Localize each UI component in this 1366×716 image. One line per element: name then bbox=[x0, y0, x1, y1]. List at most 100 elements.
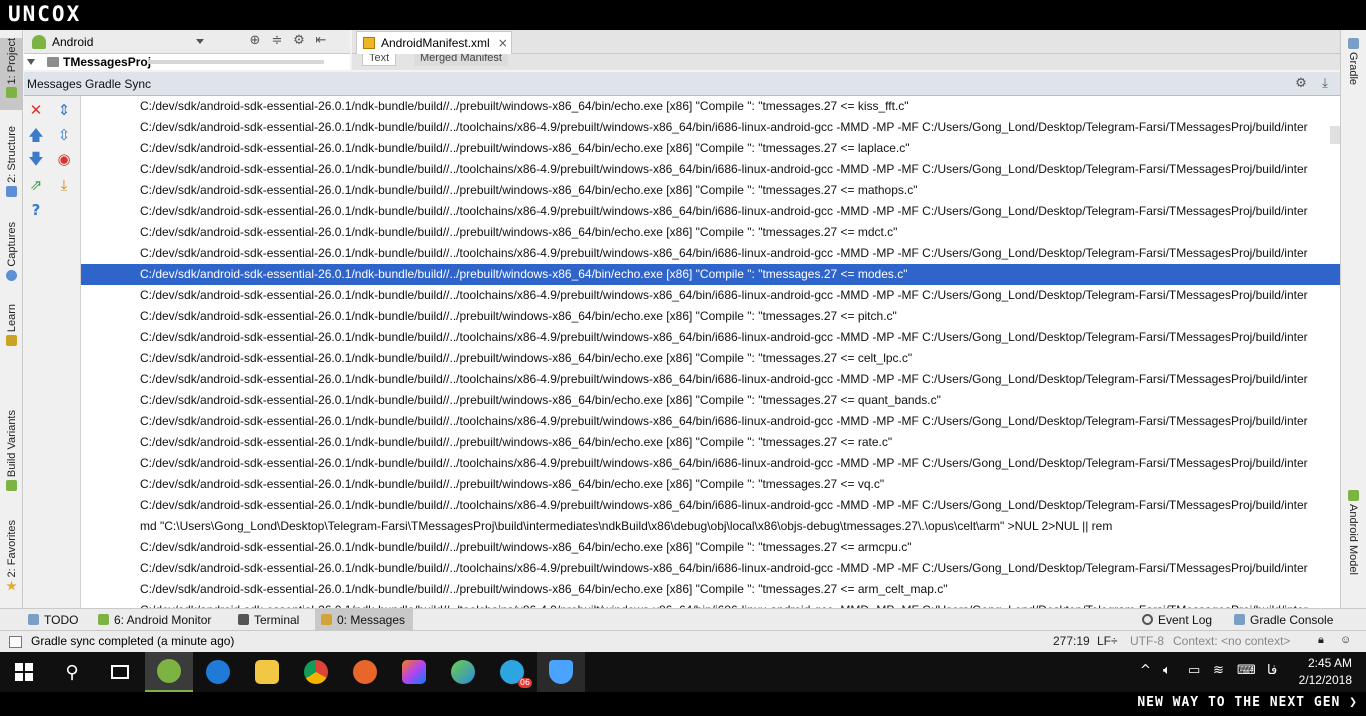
message-row[interactable]: C:/dev/sdk/android-sdk-essential-26.0.1/… bbox=[81, 243, 1340, 264]
message-row[interactable]: C:/dev/sdk/android-sdk-essential-26.0.1/… bbox=[81, 411, 1340, 432]
editor-tab-androidmanifest[interactable]: AndroidManifest.xml × bbox=[356, 31, 512, 54]
message-row[interactable]: C:/dev/sdk/android-sdk-essential-26.0.1/… bbox=[81, 453, 1340, 474]
arrow-up-icon[interactable]: 🡅 bbox=[27, 126, 45, 144]
tab-captures-label: Captures bbox=[5, 222, 18, 267]
editor-tab-label: AndroidManifest.xml bbox=[381, 36, 490, 50]
start-button[interactable] bbox=[0, 652, 48, 692]
message-row[interactable]: C:/dev/sdk/android-sdk-essential-26.0.1/… bbox=[81, 180, 1340, 201]
message-row[interactable]: C:/dev/sdk/android-sdk-essential-26.0.1/… bbox=[81, 222, 1340, 243]
tab-build-variants[interactable]: Build Variants bbox=[0, 410, 23, 500]
message-row[interactable]: C:/dev/sdk/android-sdk-essential-26.0.1/… bbox=[81, 369, 1340, 390]
keyboard-icon[interactable]: ⌨ bbox=[1237, 663, 1256, 678]
message-row[interactable]: C:/dev/sdk/android-sdk-essential-26.0.1/… bbox=[81, 432, 1340, 453]
tab-todo[interactable]: TODO bbox=[28, 609, 78, 630]
collapse-all-icon[interactable]: ⇳ bbox=[55, 126, 73, 144]
tab-project-label: 1: Project bbox=[5, 38, 18, 85]
message-row[interactable]: C:/dev/sdk/android-sdk-essential-26.0.1/… bbox=[81, 390, 1340, 411]
message-row[interactable]: C:/dev/sdk/android-sdk-essential-26.0.1/… bbox=[81, 159, 1340, 180]
message-row[interactable]: C:/dev/sdk/android-sdk-essential-26.0.1/… bbox=[81, 537, 1340, 558]
expand-triangle-icon[interactable] bbox=[27, 59, 35, 65]
tab-learn[interactable]: Learn bbox=[0, 304, 23, 352]
expand-all-icon[interactable]: ⇕ bbox=[55, 101, 73, 119]
tab-messages[interactable]: 0: Messages bbox=[315, 609, 414, 630]
file-encoding[interactable]: UTF-8 bbox=[1130, 634, 1164, 648]
download-icon[interactable]: ⤓ bbox=[55, 176, 73, 194]
settings-gear-icon[interactable]: ⚙ bbox=[1294, 76, 1308, 91]
messages-list[interactable]: C:/dev/sdk/android-sdk-essential-26.0.1/… bbox=[81, 96, 1340, 608]
message-row[interactable]: C:/dev/sdk/android-sdk-essential-26.0.1/… bbox=[81, 348, 1340, 369]
tab-project[interactable]: 1: Project bbox=[0, 38, 23, 110]
collapse-all-icon[interactable]: ≑ bbox=[270, 33, 284, 48]
tab-gradle-console[interactable]: Gradle Console bbox=[1234, 609, 1333, 630]
taskbar-shield-app[interactable] bbox=[537, 652, 585, 692]
horizontal-scrollbar[interactable] bbox=[148, 60, 324, 64]
message-row[interactable]: C:/dev/sdk/android-sdk-essential-26.0.1/… bbox=[81, 96, 1340, 117]
subtab-merged-manifest[interactable]: Merged Manifest bbox=[414, 54, 508, 66]
message-row[interactable]: C:/dev/sdk/android-sdk-essential-26.0.1/… bbox=[81, 474, 1340, 495]
message-row[interactable]: C:/dev/sdk/android-sdk-essential-26.0.1/… bbox=[81, 327, 1340, 348]
message-row-selected[interactable]: C:/dev/sdk/android-sdk-essential-26.0.1/… bbox=[81, 264, 1340, 285]
taskbar-file-explorer[interactable] bbox=[243, 652, 291, 692]
battery-icon[interactable]: ▭ bbox=[1188, 663, 1200, 678]
close-icon[interactable]: × bbox=[498, 36, 508, 50]
windows-start-icon bbox=[15, 663, 33, 681]
export-icon[interactable]: ⇗ bbox=[27, 176, 45, 194]
chevron-down-icon[interactable] bbox=[196, 39, 204, 44]
taskbar-network-app[interactable] bbox=[439, 652, 487, 692]
taskbar-clock[interactable]: 2:45 AM 2/12/2018 bbox=[1299, 655, 1352, 689]
scroll-from-source-icon[interactable]: ⊕ bbox=[248, 33, 262, 48]
watermark-top-band: UNCOX bbox=[0, 0, 1366, 30]
tray-chevron-up-icon[interactable]: ^ bbox=[1140, 663, 1151, 678]
context-indicator[interactable]: Context: <no context> bbox=[1173, 634, 1290, 648]
search-button[interactable]: ⚲ bbox=[48, 652, 96, 692]
project-tree-root[interactable]: TMessagesProj bbox=[24, 54, 350, 70]
help-icon[interactable]: ? bbox=[27, 201, 45, 219]
vertical-scrollbar[interactable] bbox=[1330, 126, 1340, 144]
caret-position[interactable]: 277:19 bbox=[1053, 634, 1090, 648]
taskbar-android-studio[interactable] bbox=[145, 652, 193, 692]
lock-icon[interactable]: 🔒︎ bbox=[1318, 634, 1324, 647]
tool-windows-toggle-icon[interactable] bbox=[9, 636, 22, 648]
taskbar-intellij[interactable] bbox=[390, 652, 438, 692]
tab-structure[interactable]: 2: Structure bbox=[0, 126, 23, 206]
close-messages-icon[interactable]: ✕ bbox=[27, 101, 45, 119]
message-row[interactable]: C:/dev/sdk/android-sdk-essential-26.0.1/… bbox=[81, 201, 1340, 222]
message-row[interactable]: C:/dev/sdk/android-sdk-essential-26.0.1/… bbox=[81, 285, 1340, 306]
taskbar-edge[interactable] bbox=[194, 652, 242, 692]
tab-android-model[interactable]: Android Model bbox=[1340, 490, 1366, 594]
tab-favorites[interactable]: 2: Favorites bbox=[0, 520, 23, 598]
tab-captures[interactable]: Captures bbox=[0, 222, 23, 288]
message-row[interactable]: C:/dev/sdk/android-sdk-essential-26.0.1/… bbox=[81, 579, 1340, 600]
message-row[interactable]: md "C:\Users\Gong_Lond\Desktop\Telegram-… bbox=[81, 516, 1340, 537]
android-icon bbox=[6, 480, 17, 492]
tab-terminal[interactable]: Terminal bbox=[238, 609, 299, 630]
taskbar-telegram[interactable]: 06 bbox=[488, 652, 536, 692]
subtab-text[interactable]: Text bbox=[362, 54, 397, 66]
tab-event-log[interactable]: Event Log bbox=[1142, 609, 1212, 630]
message-row[interactable]: C:/dev/sdk/android-sdk-essential-26.0.1/… bbox=[81, 495, 1340, 516]
settings-gear-icon[interactable]: ⚙ bbox=[292, 33, 306, 48]
message-row[interactable]: C:/dev/sdk/android-sdk-essential-26.0.1/… bbox=[81, 306, 1340, 327]
android-studio-icon bbox=[157, 659, 181, 683]
task-view-button[interactable] bbox=[96, 652, 144, 692]
tab-gradle[interactable]: Gradle bbox=[1340, 38, 1366, 98]
message-row[interactable]: C:/dev/sdk/android-sdk-essential-26.0.1/… bbox=[81, 138, 1340, 159]
hide-panel-icon[interactable]: ⇤ bbox=[314, 33, 328, 48]
input-language[interactable]: فا bbox=[1267, 663, 1277, 678]
hide-panel-down-icon[interactable]: ⤓ bbox=[1318, 76, 1332, 91]
taskbar-firefox[interactable] bbox=[341, 652, 389, 692]
message-row[interactable]: C:/dev/sdk/android-sdk-essential-26.0.1/… bbox=[81, 558, 1340, 579]
line-separator[interactable]: LF÷ bbox=[1097, 634, 1118, 648]
message-row[interactable]: C:/dev/sdk/android-sdk-essential-26.0.1/… bbox=[81, 117, 1340, 138]
stop-icon[interactable]: ◉ bbox=[55, 150, 73, 168]
message-row[interactable]: C:/dev/sdk/android-sdk-essential-26.0.1/… bbox=[81, 600, 1340, 608]
tab-android-monitor[interactable]: 6: Android Monitor bbox=[98, 609, 211, 630]
arrow-down-icon[interactable]: 🡇 bbox=[27, 150, 45, 168]
volume-icon[interactable]: 🔈︎ bbox=[1163, 663, 1171, 678]
status-message[interactable]: Gradle sync completed (a minute ago) bbox=[31, 634, 234, 648]
edge-icon bbox=[206, 660, 230, 684]
inspector-icon[interactable]: ☺ bbox=[1340, 634, 1351, 646]
wifi-icon[interactable]: ≋ bbox=[1213, 663, 1224, 678]
project-view-selector[interactable]: Android bbox=[52, 35, 192, 49]
taskbar-chrome[interactable] bbox=[292, 652, 340, 692]
